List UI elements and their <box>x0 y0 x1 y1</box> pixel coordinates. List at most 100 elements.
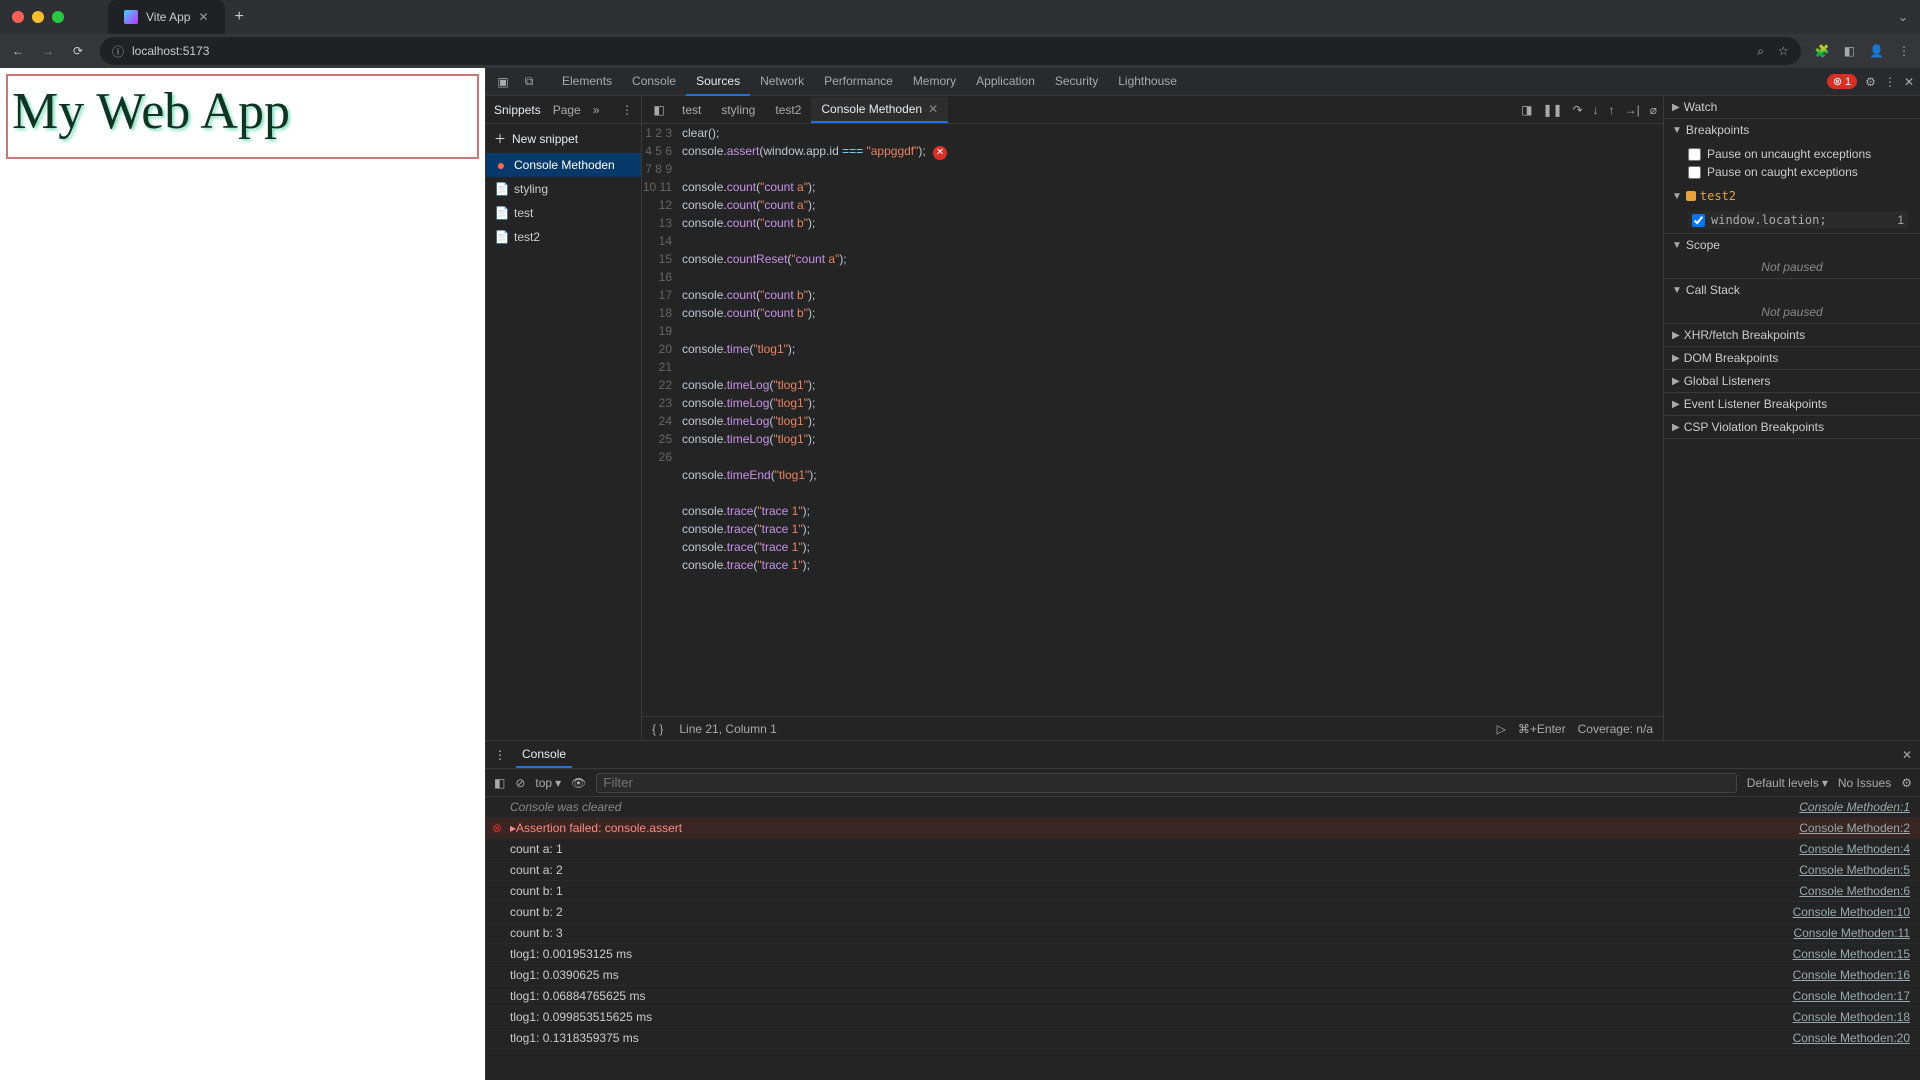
window-zoom-button[interactable] <box>52 11 64 23</box>
tab-close-button[interactable]: ✕ <box>198 10 208 24</box>
back-button[interactable]: ← <box>10 43 26 59</box>
log-source-link[interactable]: Console Methoden:11 <box>1793 926 1910 940</box>
toggle-navigator-button[interactable]: ◧ <box>648 103 670 117</box>
devtools-close-button[interactable]: ✕ <box>1904 75 1914 89</box>
window-close-button[interactable] <box>12 11 24 23</box>
new-tab-button[interactable]: + <box>235 8 244 26</box>
clear-console-button[interactable]: ⊘ <box>515 776 525 790</box>
close-icon[interactable]: ✕ <box>928 102 938 116</box>
console-drawer-tab[interactable]: Console <box>516 742 572 768</box>
xhr-breakpoints-header[interactable]: ▶XHR/fetch Breakpoints <box>1664 324 1920 346</box>
window-minimize-button[interactable] <box>32 11 44 23</box>
pause-caught-checkbox[interactable]: Pause on caught exceptions <box>1688 163 1908 181</box>
log-source-link[interactable]: Console Methoden:4 <box>1799 842 1910 856</box>
forward-button[interactable]: → <box>40 43 56 59</box>
panel-tab-sources[interactable]: Sources <box>686 68 750 96</box>
panel-tab-memory[interactable]: Memory <box>903 68 966 96</box>
deactivate-breakpoints-button[interactable]: ⌀ <box>1650 103 1657 117</box>
breakpoint-file-header[interactable]: ▼ test2 <box>1664 185 1920 207</box>
page-tab[interactable]: Page <box>553 103 581 117</box>
pretty-print-button[interactable]: { } <box>652 722 663 736</box>
device-toolbar-button[interactable]: ⧉ <box>518 71 540 93</box>
breakpoints-section-header[interactable]: ▼Breakpoints <box>1664 119 1920 141</box>
zoom-icon[interactable]: ⌕ <box>1757 44 1764 59</box>
log-source-link[interactable]: Console Methoden:5 <box>1799 863 1910 877</box>
browser-tab-active[interactable]: Vite App ✕ <box>108 0 225 34</box>
log-source-link[interactable]: Console Methoden:15 <box>1793 947 1910 961</box>
panel-tab-network[interactable]: Network <box>750 68 814 96</box>
callstack-section-header[interactable]: ▼Call Stack <box>1664 279 1920 301</box>
log-source-link[interactable]: Console Methoden:20 <box>1793 1031 1910 1045</box>
watch-section-header[interactable]: ▶Watch <box>1664 96 1920 118</box>
panel-tab-security[interactable]: Security <box>1045 68 1108 96</box>
live-expression-button[interactable]: 👁 <box>571 776 586 790</box>
profile-icon[interactable]: 👤 <box>1869 44 1884 58</box>
console-log-row: count b: 2Console Methoden:10 <box>486 902 1920 923</box>
step-into-button[interactable]: ↓ <box>1593 103 1599 117</box>
log-source-link[interactable]: Console Methoden:1 <box>1799 800 1910 814</box>
error-count-badge[interactable]: ⊗ 1 <box>1827 74 1857 89</box>
editor-tab[interactable]: styling <box>711 97 765 123</box>
extensions-icon[interactable]: 🧩 <box>1815 44 1830 58</box>
page-viewport: My Web App <box>0 68 486 1080</box>
snippet-item[interactable]: 📄styling <box>486 177 641 201</box>
inspect-element-button[interactable]: ▣ <box>492 71 514 93</box>
snippet-item[interactable]: 📄test <box>486 201 641 225</box>
cursor-position: Line 21, Column 1 <box>679 722 776 736</box>
bookmark-icon[interactable]: ☆ <box>1778 44 1789 59</box>
menu-icon[interactable]: ⋮ <box>1898 44 1910 58</box>
editor-tab[interactable]: Console Methoden ✕ <box>811 97 948 123</box>
panel-tab-application[interactable]: Application <box>966 68 1045 96</box>
execution-context-dropdown[interactable]: top ▾ <box>535 776 561 790</box>
log-source-link[interactable]: Console Methoden:16 <box>1793 968 1910 982</box>
pause-button[interactable]: ❚❚ <box>1542 103 1562 117</box>
console-filter-input[interactable] <box>596 773 1736 793</box>
log-source-link[interactable]: Console Methoden:10 <box>1793 905 1910 919</box>
traffic-lights <box>12 11 64 23</box>
log-source-link[interactable]: Console Methoden:17 <box>1793 989 1910 1003</box>
console-sidebar-button[interactable]: ◧ <box>494 776 505 790</box>
snippet-item[interactable]: ●Console Methoden <box>486 153 641 177</box>
log-source-link[interactable]: Console Methoden:2 <box>1799 821 1910 835</box>
pause-uncaught-checkbox[interactable]: Pause on uncaught exceptions <box>1688 145 1908 163</box>
editor-tab[interactable]: test2 <box>765 97 811 123</box>
dom-breakpoints-header[interactable]: ▶DOM Breakpoints <box>1664 347 1920 369</box>
step-over-button[interactable]: ↷ <box>1573 103 1583 117</box>
more-menu-icon[interactable]: ⋮ <box>1884 75 1896 89</box>
snippet-item[interactable]: 📄test2 <box>486 225 641 249</box>
log-source-link[interactable]: Console Methoden:6 <box>1799 884 1910 898</box>
log-levels-dropdown[interactable]: Default levels ▾ <box>1747 776 1828 790</box>
scope-section-header[interactable]: ▼Scope <box>1664 234 1920 256</box>
global-listeners-header[interactable]: ▶Global Listeners <box>1664 370 1920 392</box>
url-box[interactable]: ⓘ localhost:5173 ⌕ ☆ <box>100 37 1801 65</box>
breakpoint-enabled-checkbox[interactable] <box>1692 214 1705 227</box>
panel-tab-elements[interactable]: Elements <box>552 68 622 96</box>
drawer-close-button[interactable]: ✕ <box>1902 748 1912 762</box>
sidepanel-icon[interactable]: ◧ <box>1844 44 1855 58</box>
panel-tab-console[interactable]: Console <box>622 68 686 96</box>
toggle-debugger-button[interactable]: ◨ <box>1521 103 1532 117</box>
event-listener-breakpoints-header[interactable]: ▶Event Listener Breakpoints <box>1664 393 1920 415</box>
tab-overflow-button[interactable]: ⌄ <box>1898 10 1908 24</box>
csp-breakpoints-header[interactable]: ▶CSP Violation Breakpoints <box>1664 416 1920 438</box>
code-editor[interactable]: 1 2 3 4 5 6 7 8 9 10 11 12 13 14 15 16 1… <box>642 124 1663 716</box>
issues-button[interactable]: No Issues <box>1838 776 1891 790</box>
navigator-more-button[interactable]: » <box>593 103 600 117</box>
log-source-link[interactable]: Console Methoden:18 <box>1793 1010 1910 1024</box>
snippets-tab[interactable]: Snippets <box>494 103 541 117</box>
step-button[interactable]: →| <box>1625 103 1640 117</box>
console-settings-icon[interactable]: ⚙ <box>1901 776 1912 790</box>
reload-button[interactable]: ⟳ <box>70 43 86 59</box>
site-info-icon[interactable]: ⓘ <box>112 43 124 60</box>
navigator-menu-button[interactable]: ⋮ <box>621 103 633 117</box>
console-log-area[interactable]: Console was clearedConsole Methoden:1▸As… <box>486 797 1920 1080</box>
breakpoint-item[interactable]: window.location; 1 <box>1688 211 1908 229</box>
run-snippet-button[interactable]: ▷ <box>1497 722 1506 736</box>
drawer-menu-button[interactable]: ⋮ <box>494 748 506 762</box>
panel-tab-lighthouse[interactable]: Lighthouse <box>1108 68 1187 96</box>
settings-icon[interactable]: ⚙ <box>1865 75 1876 89</box>
editor-tab[interactable]: test <box>672 97 711 123</box>
panel-tab-performance[interactable]: Performance <box>814 68 903 96</box>
step-out-button[interactable]: ↑ <box>1609 103 1615 117</box>
new-snippet-button[interactable]: ＋ New snippet <box>486 124 641 153</box>
